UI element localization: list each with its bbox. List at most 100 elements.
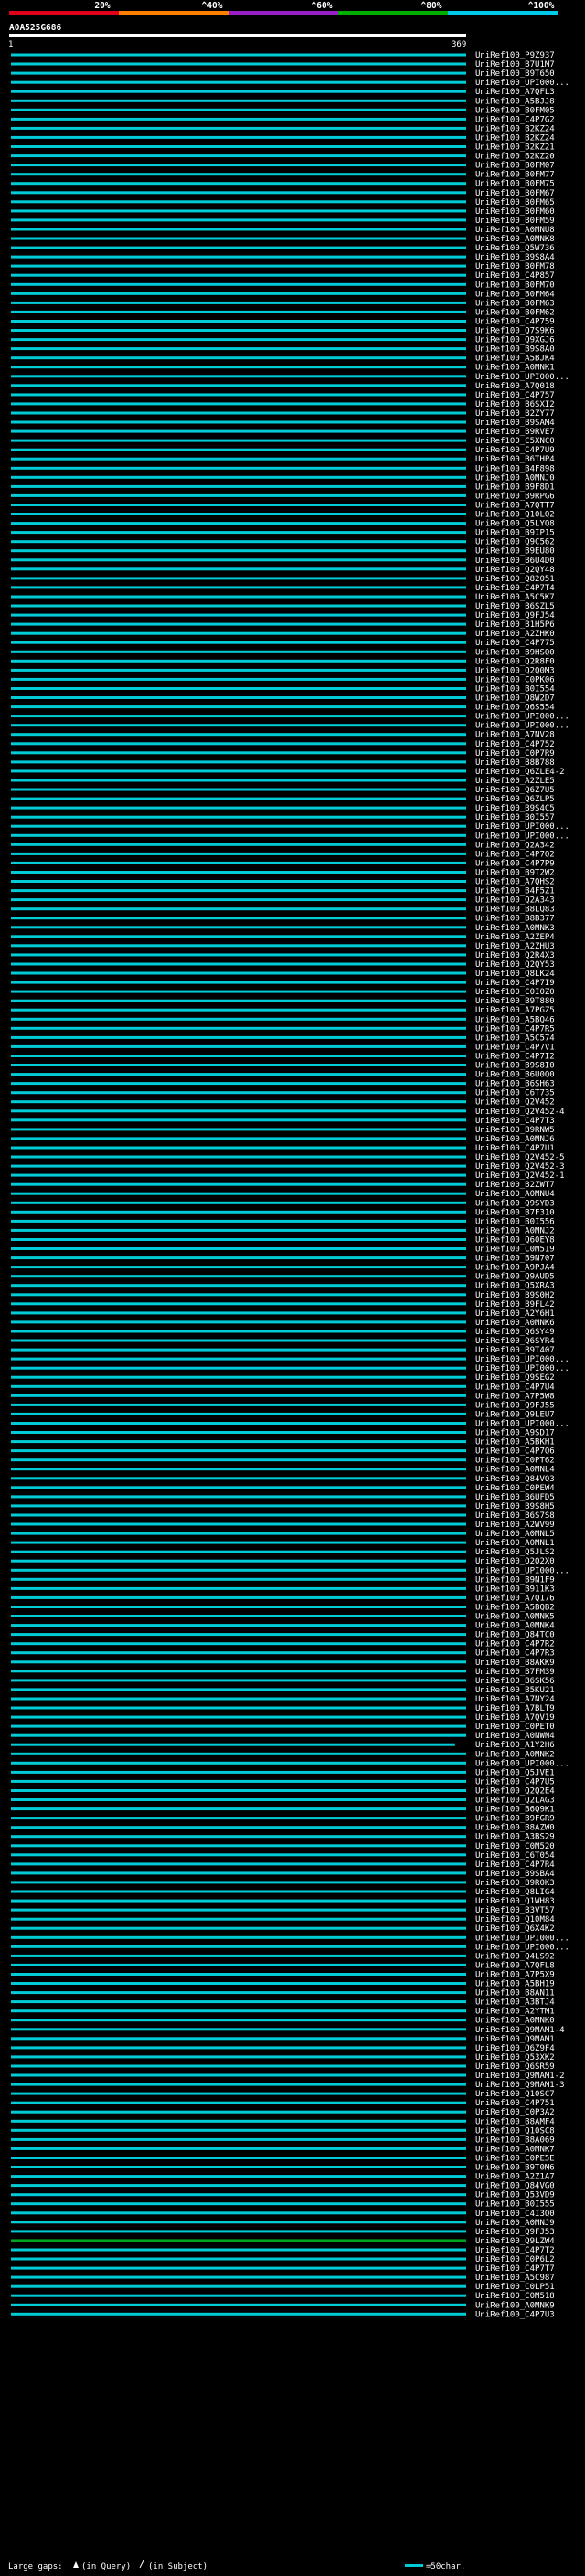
hit-bar: [11, 2294, 466, 2297]
hit-label: UniRef100_UPI000...: [475, 1420, 569, 1429]
hit-bar: [11, 1991, 466, 1995]
hit-label: UniRef100_Q9LEU7: [475, 1410, 555, 1419]
hit-bar: [11, 2009, 466, 2013]
hit-label: UniRef100_B9FGR9: [475, 1815, 555, 1824]
hit-bar: [11, 742, 466, 746]
hit-bar: [11, 1091, 466, 1095]
hit-bar: [11, 1055, 466, 1057]
hit-bar: [11, 2221, 466, 2224]
hit-bar: [11, 347, 466, 351]
hit-label: UniRef100_Q6Z7U5: [475, 786, 555, 795]
hit-bar: [11, 613, 466, 617]
hit-label: UniRef100_Q84VG0: [475, 2182, 555, 2191]
hit-label: UniRef100_Q2V452-5: [475, 1153, 565, 1162]
hit-label: UniRef100_B0I555: [475, 2200, 555, 2210]
hit-bar: [11, 173, 466, 176]
hit-bar: [11, 2266, 466, 2270]
hit-bar: [11, 999, 466, 1002]
hit-label: UniRef100_UPI000...: [475, 713, 569, 722]
hit-bar: [11, 1302, 466, 1306]
hit-bar: [11, 806, 466, 810]
hit-label: UniRef100_A5C987: [475, 2274, 555, 2283]
hit-label: UniRef100_B2KZ20: [475, 153, 555, 162]
alignment-chart: 20% ^40% ^60% ^80% ^100% A0A525G686 1 369 Un…: [8, 1, 569, 2571]
hit-label: UniRef100_Q6SYR4: [475, 1337, 555, 1346]
hit-bar: [11, 1908, 466, 1912]
hit-label: UniRef100_C4P7U5: [475, 1777, 555, 1786]
hit-label: UniRef100_C0LP51: [475, 2283, 555, 2292]
hit-bar: [11, 1275, 466, 1278]
hit-label: UniRef100_A0MNJ0: [475, 473, 555, 482]
hit-label: UniRef100_C4P7T7: [475, 2264, 555, 2274]
hit-bar: [11, 2147, 466, 2150]
hit-label: UniRef100_Q9SYD3: [475, 1199, 555, 1208]
hit-bar: [11, 429, 466, 433]
hit-bar: [11, 953, 466, 957]
hit-bar: [11, 1973, 466, 1976]
hit-bar: [11, 2275, 466, 2279]
hit-label: UniRef100_C4P7U3: [475, 2310, 555, 2319]
hit-label: UniRef100_UPI000...: [475, 822, 569, 832]
hit-label: UniRef100_A0MNJ9: [475, 2219, 555, 2228]
hit-label: UniRef100_Q2Q2X0: [475, 1557, 555, 1566]
hit-label: UniRef100_C4P7V1: [475, 1043, 555, 1052]
hit-label: UniRef100_Q5JVE1: [475, 1768, 555, 1777]
hit-label: UniRef100_Q2QY53: [475, 960, 555, 970]
hit-label: UniRef100_B9HSQ0: [475, 648, 555, 657]
hit-label: UniRef100_Q5LYQ8: [475, 520, 555, 529]
hit-label: UniRef100_UPI000...: [475, 1355, 569, 1364]
hit-bar: [11, 668, 466, 672]
hit-bar: [11, 1779, 466, 1783]
hit-bar: [11, 1642, 466, 1646]
hit-bar: [11, 1284, 466, 1288]
hit-label: UniRef100_A0MNK3: [475, 924, 555, 933]
hit-bar: [11, 200, 466, 204]
hit-label: UniRef100_UPI000...: [475, 722, 569, 731]
hit-label: UniRef100_C4P7U9: [475, 446, 555, 455]
hit-label: UniRef100_A7QFL8: [475, 1961, 555, 1970]
hit-bar: [11, 1798, 466, 1801]
hit-label: UniRef100_B3VT57: [475, 1906, 555, 1915]
hit-bar: [11, 2137, 466, 2141]
large-gaps-label: Large gaps:: [8, 2562, 63, 2571]
hit-bar: [11, 1541, 466, 1544]
hit-bar: [11, 1486, 466, 1489]
hit-bar: [11, 1210, 466, 1214]
hit-label: UniRef100_C4P857: [475, 271, 555, 281]
hit-label: UniRef100_Q2R8F0: [475, 657, 555, 666]
hit-label: UniRef100_Q9SEG2: [475, 1373, 555, 1383]
hit-bar: [11, 1458, 466, 1462]
hit-bar: [11, 1595, 466, 1599]
hit-bar: [11, 677, 466, 681]
hit-bar: [11, 117, 466, 121]
hit-label: UniRef100_UPI000...: [475, 1566, 569, 1575]
hit-bar: [11, 1733, 466, 1737]
hit-bar: [11, 715, 466, 718]
hit-bar: [11, 604, 466, 608]
hit-label: UniRef100_UPI000...: [475, 1943, 569, 1952]
hit-label: UniRef100_Q2R4X3: [475, 951, 555, 960]
hit-bar: [11, 1522, 466, 1526]
hit-label: UniRef100_A2ZHU3: [475, 942, 555, 951]
hit-label: UniRef100_B8AKK9: [475, 1659, 555, 1668]
hit-bar: [11, 1293, 466, 1297]
hit-label: UniRef100_A0MNU8: [475, 226, 555, 235]
hit-label: UniRef100_A5BKH1: [475, 1438, 555, 1447]
hit-label: UniRef100_Q8W2D7: [475, 694, 555, 704]
hit-label: UniRef100_A5C574: [475, 1034, 555, 1043]
hit-bar: [11, 558, 466, 562]
identity-color-scale: 20% ^40% ^60% ^80% ^100%: [9, 1, 558, 15]
hit-bar: [11, 1109, 466, 1113]
hit-bar: [11, 2055, 466, 2059]
hit-bar: [11, 493, 466, 497]
hit-label: UniRef100_B9RPG6: [475, 492, 555, 501]
hit-bar: [11, 1201, 466, 1204]
hit-bar: [11, 1431, 466, 1434]
hit-label: UniRef100_B9FL42: [475, 1300, 555, 1309]
hit-label: UniRef100_Q9MAM1: [475, 2035, 555, 2044]
hit-label: UniRef100_C4P7T3: [475, 1117, 555, 1126]
hit-bar: [11, 1403, 466, 1406]
hit-label: UniRef100_A7NV28: [475, 731, 555, 740]
hit-label: UniRef100_Q9MAM1-2: [475, 2072, 565, 2081]
hit-label: UniRef100_Q2Q0M3: [475, 666, 555, 675]
